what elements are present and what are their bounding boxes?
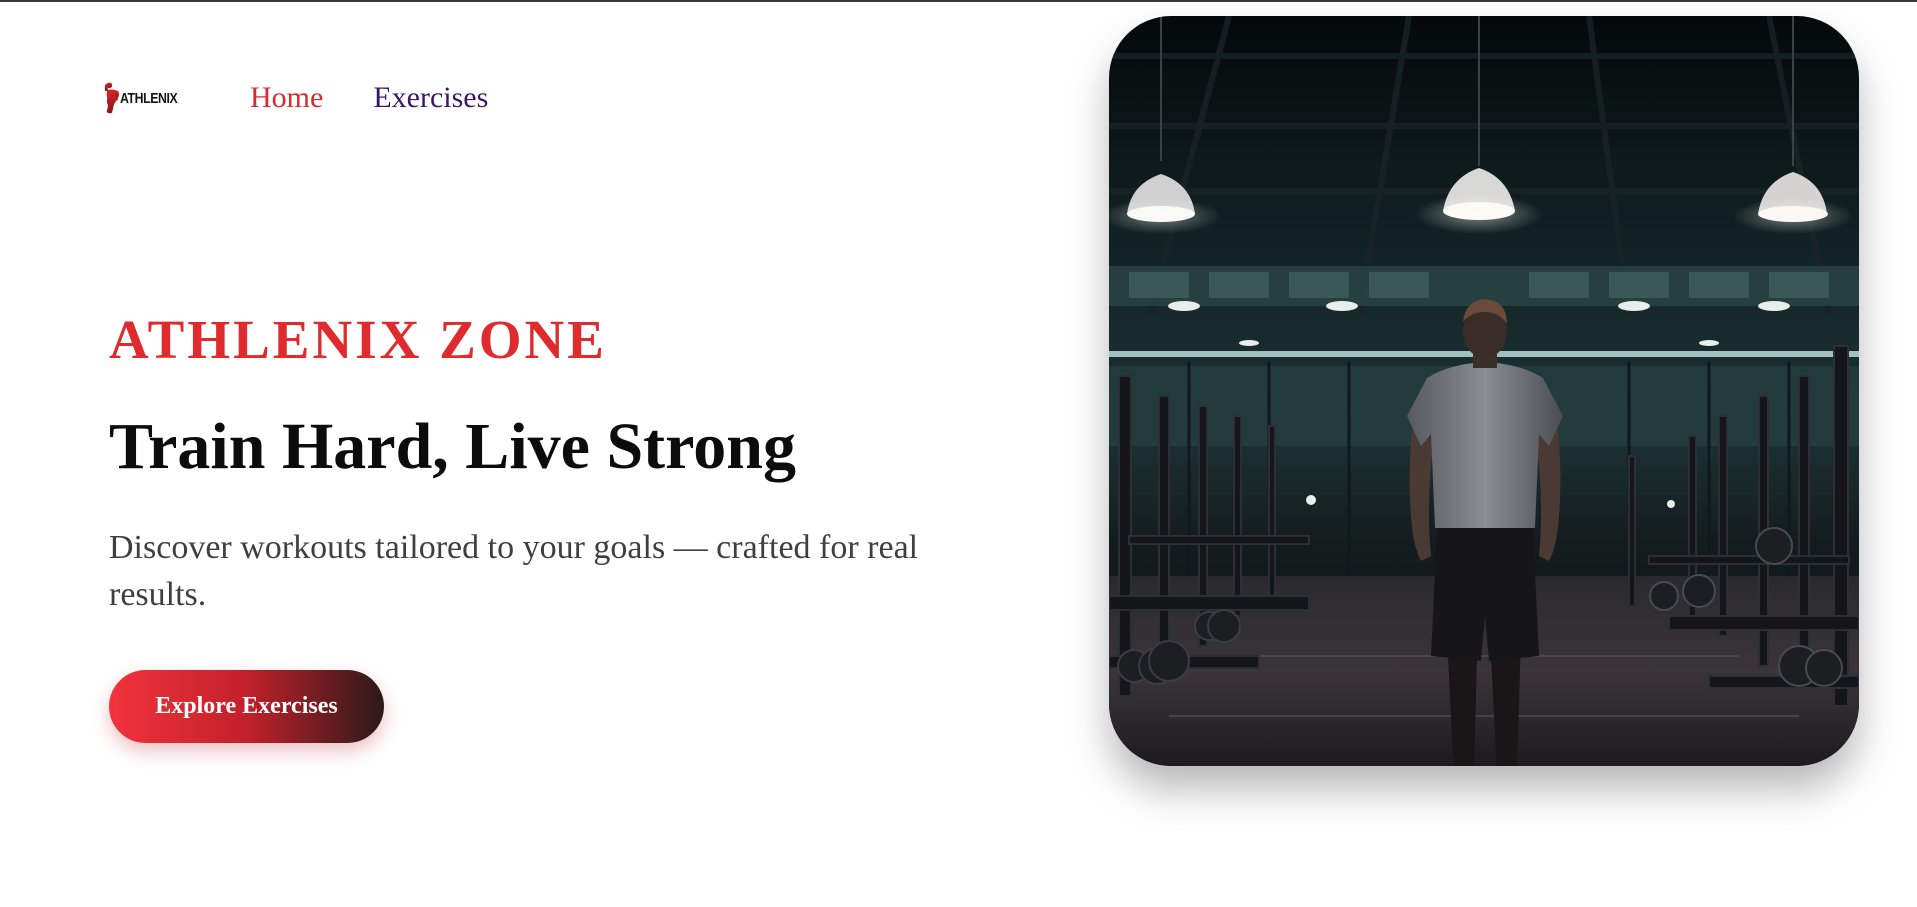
hero-subtext: Discover workouts tailored to your goals… <box>109 529 919 613</box>
top-nav: ATHLENIX Home Exercises <box>102 72 488 124</box>
hero-eyebrow: ATHLENIX ZONE <box>109 309 607 370</box>
nav-link-home[interactable]: Home <box>250 81 323 115</box>
gym-photo <box>1109 16 1859 766</box>
brand-logo-text: ATHLENIX <box>120 89 178 107</box>
nav-link-exercises[interactable]: Exercises <box>373 81 488 115</box>
brand-logo[interactable]: ATHLENIX <box>102 72 190 124</box>
nav-home-label: Home <box>250 81 324 114</box>
hero-headline: Train Hard, Live Strong <box>109 410 796 483</box>
explore-exercises-button[interactable]: Explore Exercises <box>109 670 384 743</box>
hero-image <box>1109 16 1859 766</box>
